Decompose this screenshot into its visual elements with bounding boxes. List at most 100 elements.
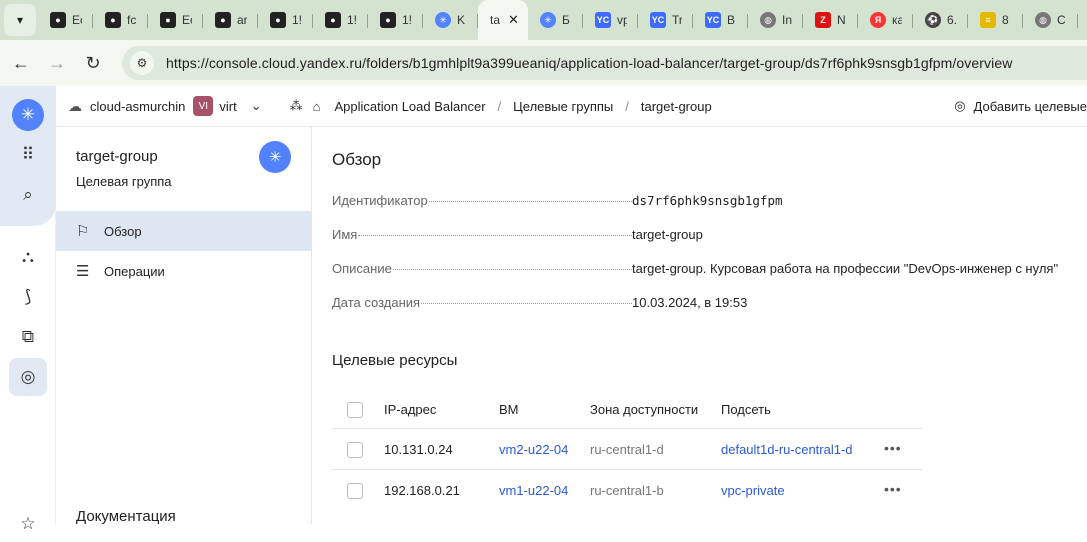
services-grid-icon[interactable]: ⠿ [10,137,46,173]
field-value-created: 10.03.2024, в 19:53 [632,295,748,310]
browser-tab-bar: ▾ ●Ec ●fc ●Ec ●ar ●1! ●1! ●1! ✳K ta✕ ✳Б … [0,0,1087,40]
field-row: Идентификатор ds7rf6phk9snsgb1gfpm [332,193,1082,213]
breadcrumb-current: target-group [640,98,712,114]
ball-icon: ⚽ [925,12,941,28]
browser-tab[interactable]: ●Ec [148,0,203,40]
z-icon: Z [815,12,831,28]
home-icon[interactable]: ⌂ [313,99,321,114]
cell-subnet-link[interactable]: default1d-ru-central1-d [721,442,853,457]
browser-tab[interactable]: YC vp [583,0,638,40]
breadcrumb-target-groups[interactable]: Целевые группы [513,99,613,114]
documentation-link[interactable]: Документация [76,508,176,525]
url-text[interactable]: https://console.cloud.yandex.ru/folders/… [166,55,1012,71]
targets-table: IP-адрес ВМ Зона доступности Подсеть 10.… [332,389,922,511]
field-row: Дата создания 10.03.2024, в 19:53 [332,295,1082,315]
field-label: Описание [332,261,632,276]
column-header[interactable]: IP-адрес [384,402,436,417]
network-icon[interactable]: ⛬ [10,239,46,275]
folder-badge: VI [193,96,214,116]
globe-icon: ◍ [760,12,776,28]
github-icon: ● [325,12,341,28]
reload-icon[interactable]: ↻ [78,48,108,78]
table-header-row: IP-адрес ВМ Зона доступности Подсеть [332,389,922,429]
browser-tab[interactable]: ●Ec [38,0,93,40]
browser-tab[interactable]: ● ar [203,0,258,40]
cell-ip: 10.131.0.24 [384,442,453,457]
browser-tab[interactable]: ✳ Б [528,0,583,40]
browser-tab[interactable]: ◍ C [1023,0,1078,40]
cell-zone: ru-central1-b [590,483,664,498]
github-icon: ● [380,12,396,28]
field-label: Дата создания [332,295,632,310]
breadcrumb-separator: / [497,98,502,114]
browser-tab[interactable]: YC B [693,0,748,40]
sidebar-item-overview[interactable]: ⚐ Обзор [56,211,311,251]
browser-tab[interactable]: ◍ In [748,0,803,40]
tab-search-button[interactable]: ▾ [4,4,36,36]
browser-tab[interactable]: ✳ K [423,0,478,40]
browser-tab[interactable]: ⚽ 6. [913,0,968,40]
row-checkbox[interactable] [347,483,363,499]
target-icon: ◎ [954,98,966,113]
globe-icon: ◍ [1035,12,1051,28]
yandex-cloud-logo-icon[interactable]: ✳ [12,99,44,131]
services-icon[interactable]: ⁂ [290,98,303,114]
browser-tab[interactable]: YC Tr [638,0,693,40]
chevron-down-icon[interactable]: ⌄ [251,98,262,114]
cell-subnet-link[interactable]: vpc-private [721,483,785,498]
field-value-name: target-group [632,227,703,242]
sidebar-item-operations[interactable]: ☰ Операции [56,251,311,291]
yc-badge-icon: YC [595,12,611,28]
browser-tab[interactable]: ● 1! [368,0,423,40]
field-label: Имя [332,227,632,242]
more-actions-icon[interactable]: ••• [884,481,902,497]
field-value-id: ds7rf6phk9snsgb1gfpm [632,193,783,208]
sidebar-item-label: Операции [104,263,165,279]
cell-ip: 192.168.0.21 [384,483,460,498]
load-balancer-icon[interactable]: ◎ [9,358,47,396]
add-targets-button[interactable]: ◎ Добавить целевые [954,86,1087,126]
row-checkbox[interactable] [347,442,363,458]
breadcrumb-separator: / [625,98,629,114]
folder-name[interactable]: virt [219,99,236,114]
field-row: Имя target-group [332,227,1082,247]
cell-vm-link[interactable]: vm1-u22-04 [499,483,568,498]
browser-tab[interactable]: ● fc [93,0,148,40]
browser-tab[interactable]: ZN [803,0,858,40]
resource-sidebar: target-group Целевая группа ✳ ⚐ Обзор ☰ … [56,127,312,525]
more-actions-icon[interactable]: ••• [884,440,902,456]
column-header[interactable]: ВМ [499,402,519,417]
column-header[interactable]: Подсеть [721,402,771,417]
github-icon: ● [160,12,176,28]
cell-zone: ru-central1-d [590,442,664,457]
browser-tab[interactable]: ● 1! [258,0,313,40]
bird-icon: ≡ [980,12,996,28]
breadcrumb-alb[interactable]: Application Load Balancer [334,99,485,114]
page-title: Обзор [332,150,382,169]
select-all-checkbox[interactable] [347,402,363,418]
browser-tab[interactable]: ● 1! [313,0,368,40]
github-icon: ● [215,12,231,28]
compute-icon[interactable]: ⧉ [10,319,46,355]
star-icon[interactable]: ☆ [10,506,46,542]
routes-icon[interactable]: ⟆ [10,279,46,315]
field-value-description: target-group. Курсовая работа на професс… [632,261,1059,276]
close-tab-icon[interactable]: ✕ [508,12,519,28]
column-header[interactable]: Зона доступности [590,402,698,417]
cell-vm-link[interactable]: vm2-u22-04 [499,442,568,457]
browser-tab[interactable]: Яка [858,0,913,40]
back-icon[interactable]: ← [6,48,36,78]
github-icon: ● [50,12,66,28]
search-icon[interactable]: ⌕ [10,177,46,213]
url-field[interactable]: ⚙ https://console.cloud.yandex.ru/folder… [122,46,1087,80]
browser-tab[interactable]: ≡ 8 [968,0,1023,40]
yc-icon: ✳ [540,12,556,28]
sidebar-item-label: Обзор [104,223,142,239]
browser-tab-active[interactable]: ta ✕ [478,0,528,40]
forward-icon[interactable]: → [42,48,72,78]
yandex-icon: Я [870,12,886,28]
yc-badge-icon: YC [705,12,721,28]
cloud-name[interactable]: cloud-asmurchin [90,99,185,114]
list-check-icon: ☰ [76,263,90,280]
site-info-icon[interactable]: ⚙ [130,51,154,75]
